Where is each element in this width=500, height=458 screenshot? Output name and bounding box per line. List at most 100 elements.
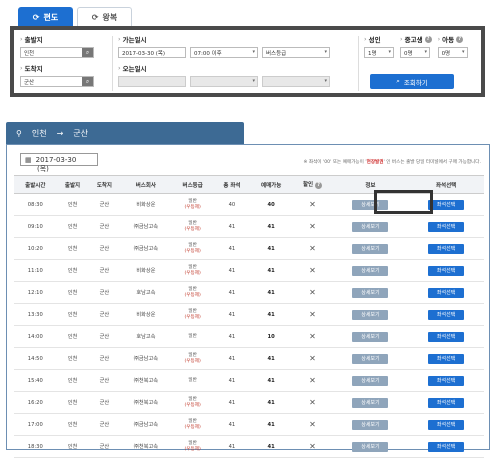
bus-company-cell: ㈜금남고속 [120, 237, 172, 260]
refresh-icon: ⟳ [32, 12, 40, 22]
departure-time-cell: 18:30 [14, 435, 57, 458]
seat-select-button[interactable]: 좌석선택 [428, 441, 465, 452]
bus-company-cell: ㈜금남고속 [120, 413, 172, 436]
seat-select-button[interactable]: 좌석선택 [428, 199, 465, 210]
seat-select-cell: 좌석선택 [408, 237, 484, 260]
result-date-field[interactable]: ▦ 2017-03-30 [20, 153, 98, 166]
return-time-select[interactable]: ▾ [190, 76, 258, 87]
child-group: › 아동? 0명 ▾ [437, 34, 468, 58]
route-from: 인천 [31, 128, 47, 138]
return-grade-select[interactable]: ▾ [262, 76, 330, 87]
table-row: 10:20 인천 군산 ㈜금남고속 일반 (우등제) 41 41 ✕ 상세보기 좌석선택 [14, 237, 484, 260]
child-select[interactable]: 0명 ▾ [437, 47, 468, 58]
discount-cell: ✕ [292, 193, 333, 216]
arrival-cell: 군산 [88, 237, 121, 260]
info-cell: 상세보기 [332, 347, 409, 370]
help-icon[interactable]: ? [456, 35, 464, 43]
arrival-cell: 군산 [88, 281, 121, 304]
return-date-field[interactable] [118, 76, 186, 87]
search-icon[interactable]: ⌕ [82, 77, 93, 86]
info-cell: 상세보기 [332, 435, 409, 458]
tab-oneway[interactable]: ⟳ 편도 [18, 7, 73, 26]
help-icon[interactable]: ? [424, 35, 432, 43]
departure-cell: 인천 [56, 193, 89, 216]
help-icon[interactable]: ? [315, 182, 323, 189]
youth-select[interactable]: 0명 ▾ [400, 47, 430, 58]
detail-button[interactable]: 상세보기 [352, 265, 389, 276]
seat-select-button[interactable]: 좌석선택 [428, 287, 465, 298]
bus-grade-cell: 일반 [171, 369, 214, 392]
seat-select-button[interactable]: 좌석선택 [428, 397, 465, 408]
route-tab: ⚲ 인천 → 군산 [6, 122, 244, 144]
total-seats-cell: 41 [213, 391, 250, 414]
departure-time-cell: 12:10 [14, 281, 57, 304]
passenger-section: › 성인 1명 ▾ › 중고생? 0명 ▾ › 아동? 0명 ▾ [364, 34, 479, 58]
available-seats-cell: 41 [249, 391, 293, 414]
table-row: 15:40 인천 군산 ㈜천북고속 일반 41 41 ✕ 상세보기 좌석선택 [14, 369, 484, 392]
seat-select-button[interactable]: 좌석선택 [428, 309, 465, 320]
available-seats-cell: 41 [249, 369, 293, 392]
lookup-button[interactable]: ⌕ 조회하기 [370, 74, 454, 89]
departure-field[interactable]: 인천 ⌕ [20, 47, 94, 58]
table-row: 14:50 인천 군산 ㈜금남고속 일반 (우등제) 41 41 ✕ 상세보기 좌석선택 [14, 347, 484, 370]
detail-button[interactable]: 상세보기 [352, 287, 389, 298]
go-time-select[interactable]: 07:00 이후 ▾ [190, 47, 258, 58]
arrival-field[interactable]: 군산 ⌕ [20, 76, 94, 87]
discount-cell: ✕ [292, 325, 333, 348]
available-seats-cell: 40 [249, 193, 293, 216]
detail-button[interactable]: 상세보기 [352, 375, 389, 386]
departure-cell: 인천 [56, 325, 89, 348]
bus-company-cell: 비화상운 [120, 303, 172, 326]
detail-button[interactable]: 상세보기 [352, 419, 389, 430]
detail-button[interactable]: 상세보기 [352, 221, 389, 232]
detail-button[interactable]: 상세보기 [352, 331, 389, 342]
date-section: › 가는일시 2017-03-30 (목) 07:00 이후 ▾ 버스등급 ▾ › 오는… [118, 34, 358, 87]
chevron-down-icon: ▾ [424, 49, 427, 55]
detail-button[interactable]: 상세보기 [352, 353, 389, 364]
go-grade-select[interactable]: 버스등급 ▾ [262, 47, 330, 58]
seat-select-cell: 좌석선택 [408, 325, 484, 348]
detail-button[interactable]: 상세보기 [352, 441, 389, 452]
available-seats-cell: 41 [249, 413, 293, 436]
column-header: 버스회사 [120, 175, 172, 194]
calendar-icon[interactable]: ▦ [25, 156, 32, 164]
seat-select-button[interactable]: 좌석선택 [428, 331, 465, 342]
bus-grade-cell: 일반 (우등제) [171, 215, 214, 238]
route-to: 군산 [73, 128, 89, 138]
tab-roundtrip[interactable]: ⟳ 왕복 [77, 7, 132, 26]
seat-select-cell: 좌석선택 [408, 413, 484, 436]
seat-select-cell: 좌석선택 [408, 435, 484, 458]
seat-select-button[interactable]: 좌석선택 [428, 419, 465, 430]
child-label: › 아동? [438, 34, 468, 44]
detail-button[interactable]: 상세보기 [352, 309, 389, 320]
search-icon[interactable]: ⌕ [82, 48, 93, 57]
search-panel: › 출발지 인천 ⌕ › 도착지 군산 ⌕ › 가는일시 2017-03-30 (목)… [10, 26, 485, 97]
arrival-cell: 군산 [88, 435, 121, 458]
bus-grade-cell: 일반 (우등제) [171, 259, 214, 282]
tab-roundtrip-label: 왕복 [102, 12, 118, 22]
departure-time-cell: 11:10 [14, 259, 57, 282]
adult-select[interactable]: 1명 ▾ [364, 47, 394, 58]
departure-cell: 인천 [56, 435, 89, 458]
arrival-cell: 군산 [88, 193, 121, 216]
seat-select-button[interactable]: 좌석선택 [428, 265, 465, 276]
departure-label: › 출발지 [20, 35, 43, 44]
bus-company-cell: ㈜금남고속 [120, 215, 172, 238]
total-seats-cell: 41 [213, 237, 250, 260]
detail-button[interactable]: 상세보기 [352, 243, 389, 254]
seat-select-button[interactable]: 좌석선택 [428, 375, 465, 386]
available-seats-cell: 41 [249, 259, 293, 282]
info-cell: 상세보기 [332, 413, 409, 436]
info-cell: 상세보기 [332, 325, 409, 348]
departure-cell: 인천 [56, 259, 89, 282]
arrival-cell: 군산 [88, 413, 121, 436]
seat-select-button[interactable]: 좌석선택 [428, 221, 465, 232]
seat-select-button[interactable]: 좌석선택 [428, 353, 465, 364]
go-date-field[interactable]: 2017-03-30 (목) [118, 47, 186, 58]
arrival-cell: 군산 [88, 369, 121, 392]
search-icon: ⌕ [396, 77, 400, 85]
detail-button[interactable]: 상세보기 [352, 397, 389, 408]
arrival-cell: 군산 [88, 259, 121, 282]
chevron-down-icon: ▾ [324, 78, 327, 84]
seat-select-button[interactable]: 좌석선택 [428, 243, 465, 254]
